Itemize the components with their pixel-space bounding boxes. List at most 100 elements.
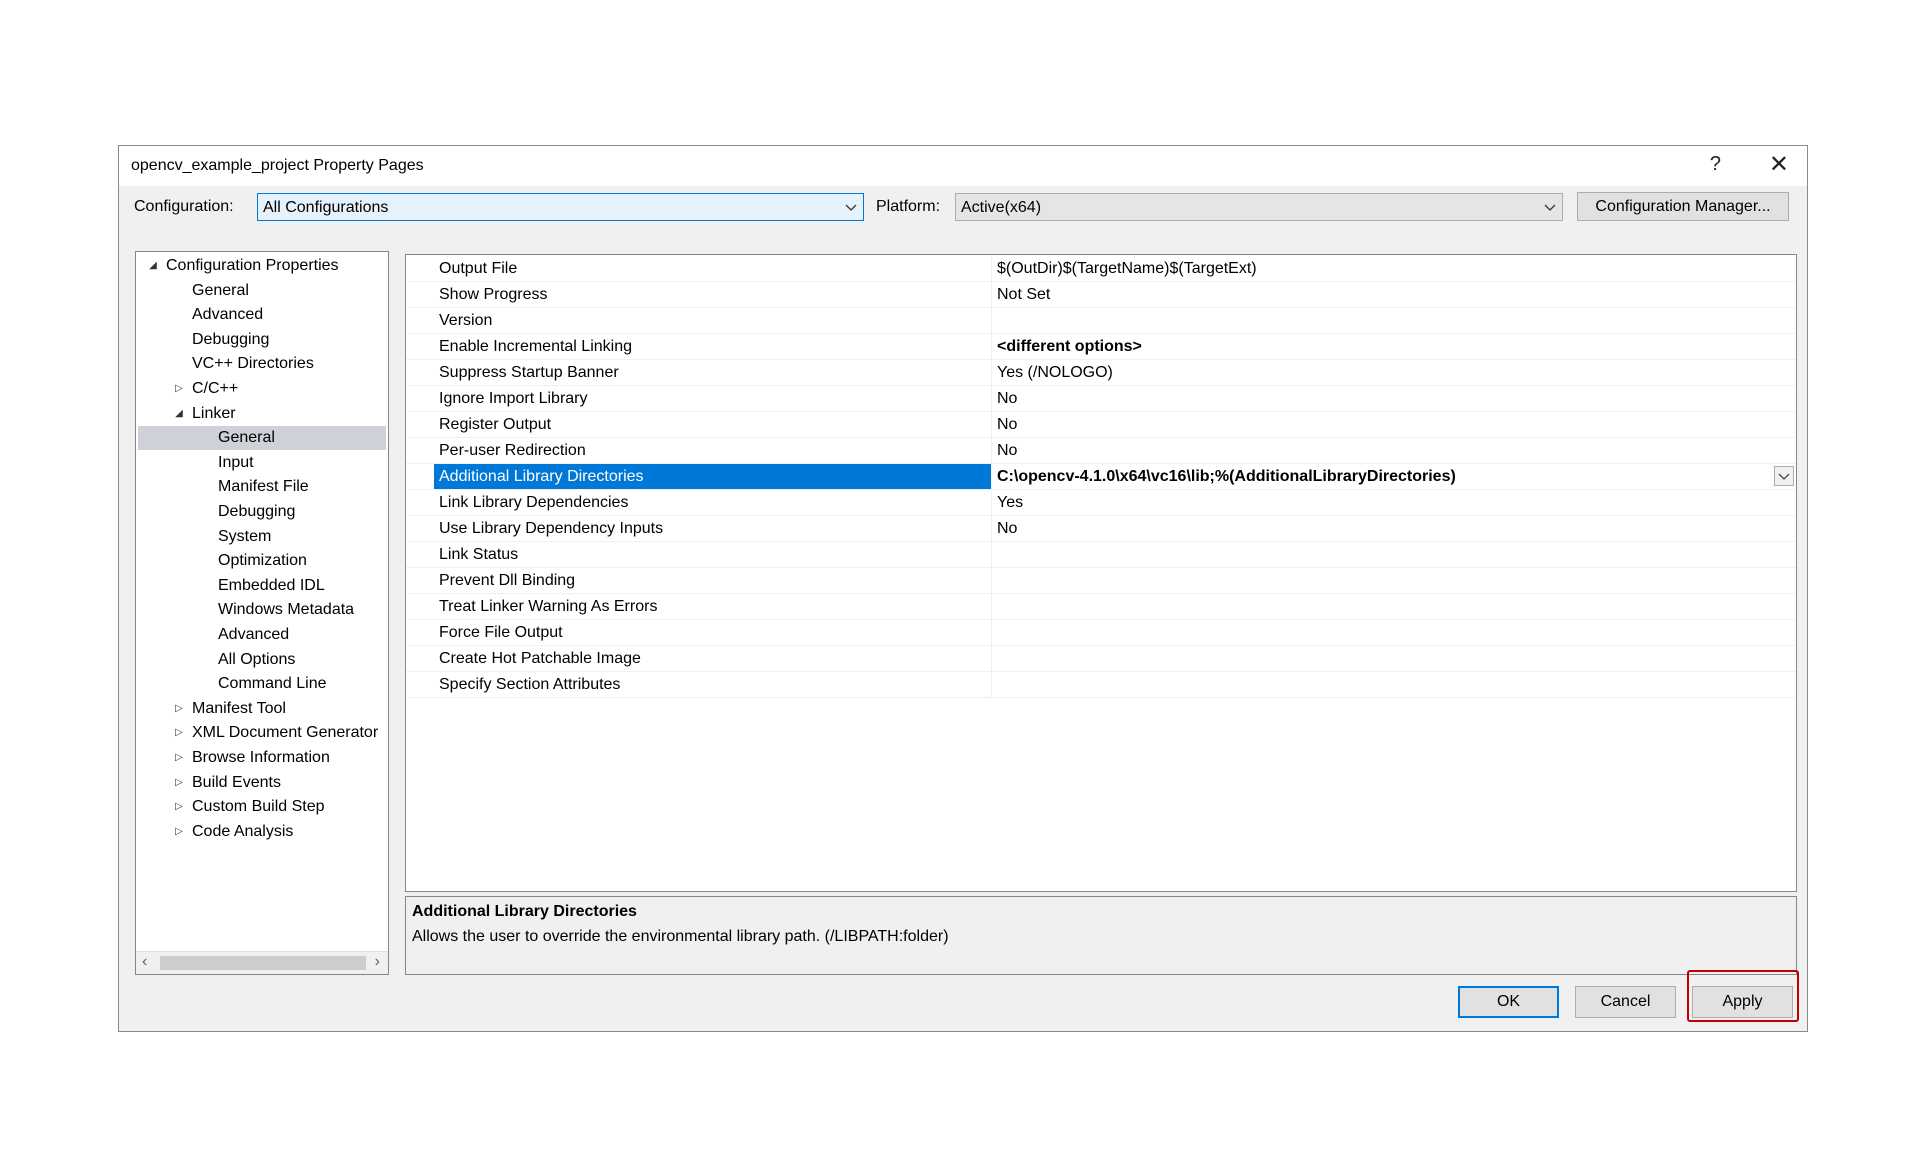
property-value[interactable]: No [991,438,1796,463]
scroll-left-icon[interactable]: ‹ [142,953,147,971]
property-value[interactable] [991,620,1796,645]
collapsed-arrow-icon[interactable]: ▷ [172,697,186,721]
expanded-arrow-icon[interactable]: ◢ [172,402,186,426]
cancel-button[interactable]: Cancel [1575,986,1676,1018]
property-row[interactable]: Link Library Dependencies Yes [406,490,1796,516]
property-row[interactable]: Prevent Dll Binding [406,568,1796,594]
tree-item-label: Manifest File [218,478,309,496]
tree-item[interactable]: ▷ XML Document Generator [136,721,388,745]
tree-item[interactable]: Manifest File [136,475,388,499]
property-name: Force File Output [439,624,563,641]
tree-item-label: Browse Information [192,749,330,766]
help-icon[interactable]: ? [1710,153,1721,176]
tree-item[interactable]: All Options [136,648,388,672]
tree-item[interactable]: System [136,525,388,549]
property-row[interactable]: Treat Linker Warning As Errors [406,594,1796,620]
configuration-manager-button[interactable]: Configuration Manager... [1577,192,1789,221]
tree-item[interactable]: General [138,426,386,451]
collapsed-arrow-icon[interactable]: ▷ [172,721,186,745]
value-dropdown-button[interactable] [1774,466,1794,486]
property-name: Create Hot Patchable Image [439,650,641,667]
tree-item[interactable]: Advanced [136,303,388,327]
collapsed-arrow-icon[interactable]: ▷ [172,795,186,819]
property-row[interactable]: Register Output No [406,412,1796,438]
property-value[interactable]: Yes (/NOLOGO) [991,360,1796,385]
configuration-dropdown[interactable]: All Configurations [257,193,864,221]
property-row[interactable]: Enable Incremental Linking <different opt… [406,334,1796,360]
property-row[interactable]: Show Progress Not Set [406,282,1796,308]
property-row[interactable]: Suppress Startup Banner Yes (/NOLOGO) [406,360,1796,386]
tree-item[interactable]: ▷ Build Events [136,771,388,795]
tree-item-label: XML Document Generator [192,724,379,742]
collapsed-arrow-icon[interactable]: ▷ [172,377,186,401]
tree-item[interactable]: ▷ C/C++ [136,377,388,401]
tree-item[interactable]: ◢ Configuration Properties [136,254,388,278]
property-value[interactable] [991,542,1796,567]
property-value[interactable] [991,672,1796,697]
property-name: Additional Library Directories [434,464,991,489]
close-icon[interactable]: ✕ [1769,150,1789,179]
property-name: Use Library Dependency Inputs [439,520,664,537]
tree-item-label: Build Events [192,773,281,791]
tree-item[interactable]: VC++ Directories [136,352,388,376]
configuration-value: All Configurations [263,199,389,216]
property-row[interactable]: Use Library Dependency Inputs No [406,516,1796,542]
tree-item[interactable]: Optimization [136,549,388,573]
tree-item[interactable]: General [136,279,388,303]
property-row[interactable]: Force File Output [406,620,1796,646]
tree-item[interactable]: Debugging [136,328,388,352]
property-grid[interactable]: Output File $(OutDir)$(TargetName)$(Targe… [405,254,1797,892]
property-row[interactable]: Additional Library Directories C:\opencv-… [406,464,1796,490]
property-value[interactable]: No [991,412,1796,437]
property-row[interactable]: Per-user Redirection No [406,438,1796,464]
property-row[interactable]: Output File $(OutDir)$(TargetName)$(Targe… [406,256,1796,282]
ok-button[interactable]: OK [1458,986,1559,1018]
property-value[interactable]: No [991,516,1796,541]
property-value[interactable]: <different options> [991,334,1796,359]
property-value[interactable]: $(OutDir)$(TargetName)$(TargetExt) [991,256,1796,281]
collapsed-arrow-icon[interactable]: ▷ [172,820,186,844]
tree-item[interactable]: ▷ Manifest Tool [136,697,388,721]
property-value[interactable]: No [991,386,1796,411]
property-value[interactable] [991,594,1796,619]
tree-item[interactable]: Embedded IDL [136,574,388,598]
tree-item[interactable]: Advanced [136,623,388,647]
property-pages-dialog: opencv_example_project Property Pages ? … [118,145,1808,1032]
collapsed-arrow-icon[interactable]: ▷ [172,746,186,770]
property-value[interactable]: C:\opencv-4.1.0\x64\vc16\lib;%(Additiona… [991,464,1796,489]
title-bar: opencv_example_project Property Pages ? … [119,146,1807,186]
scrollbar-thumb[interactable] [160,956,366,970]
tree-item[interactable]: ▷ Custom Build Step [136,795,388,819]
tree-item[interactable]: ◢ Linker [136,402,388,426]
property-row[interactable]: Specify Section Attributes [406,672,1796,698]
property-row[interactable]: Ignore Import Library No [406,386,1796,412]
property-value[interactable] [991,568,1796,593]
tree-horizontal-scrollbar[interactable]: ‹ › [136,951,388,974]
tree-item[interactable]: Debugging [136,500,388,524]
property-name: Output File [439,260,518,277]
property-value[interactable]: Yes [991,490,1796,515]
collapsed-arrow-icon[interactable]: ▷ [172,771,186,795]
tree-item-label: Windows Metadata [218,601,355,619]
tree-item[interactable]: Input [136,451,388,475]
tree-item[interactable]: Windows Metadata [136,598,388,622]
property-value[interactable] [991,646,1796,671]
tree-item-label: System [218,527,272,545]
tree-item[interactable]: ▷ Browse Information [136,746,388,770]
property-row[interactable]: Create Hot Patchable Image [406,646,1796,672]
property-value[interactable]: Not Set [991,282,1796,307]
property-tree[interactable]: ▷ Code Analysis ▷ Custom Build Step ▷ Build E… [135,251,389,975]
property-name: Specify Section Attributes [439,676,621,693]
tree-item[interactable]: Command Line [136,672,388,696]
property-name: Ignore Import Library [439,390,588,407]
property-row[interactable]: Link Status [406,542,1796,568]
property-name: Show Progress [439,286,548,303]
tree-item-label: Optimization [218,552,307,570]
platform-dropdown[interactable]: Active(x64) [955,193,1563,221]
property-row[interactable]: Version [406,308,1796,334]
property-value[interactable] [991,308,1796,333]
scroll-right-icon[interactable]: › [375,953,380,971]
expanded-arrow-icon[interactable]: ◢ [146,254,160,278]
tree-item[interactable]: ▷ Code Analysis [136,820,388,844]
tree-item-label: General [192,281,249,299]
